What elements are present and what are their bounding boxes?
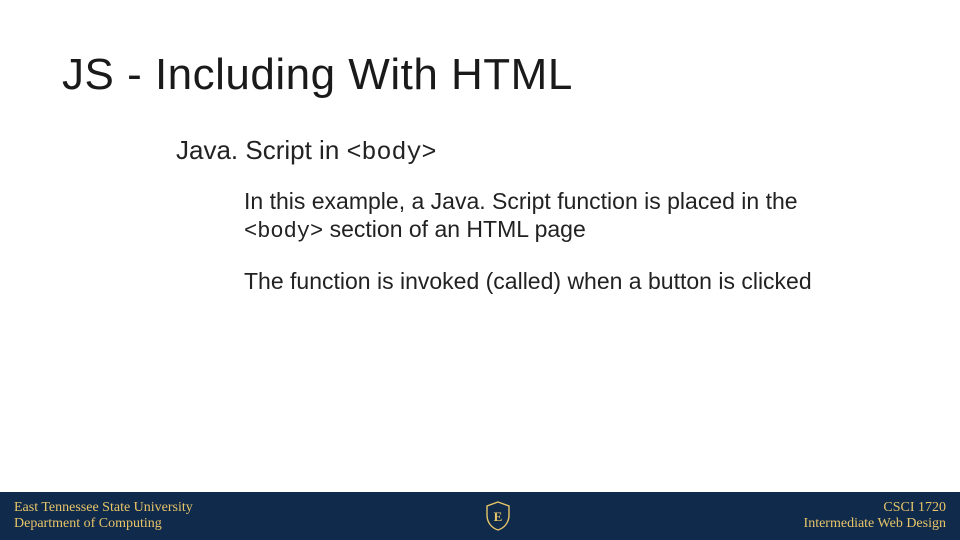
slide: JS - Including With HTML Java. Script in…: [0, 0, 960, 540]
shield-logo-icon: E: [485, 501, 511, 531]
footer-center: E: [193, 501, 804, 531]
footer-department: Department of Computing: [14, 516, 193, 532]
slide-subtitle: Java. Script in <body>: [176, 135, 437, 167]
footer-left: East Tennessee State University Departme…: [0, 500, 193, 532]
shield-letter: E: [494, 509, 503, 524]
slide-title: JS - Including With HTML: [62, 50, 573, 100]
footer-right: CSCI 1720 Intermediate Web Design: [804, 500, 960, 532]
para1-text-b: section of an HTML page: [323, 216, 586, 242]
paragraph-2: The function is invoked (called) when a …: [244, 268, 854, 296]
footer-course-code: CSCI 1720: [883, 500, 946, 516]
subtitle-text: Java. Script in: [176, 135, 347, 165]
paragraph-1: In this example, a Java. Script function…: [244, 188, 854, 245]
para1-code: <body>: [244, 219, 323, 244]
footer-university: East Tennessee State University: [14, 500, 193, 516]
footer-course-name: Intermediate Web Design: [804, 516, 946, 532]
footer-bar: East Tennessee State University Departme…: [0, 492, 960, 540]
para1-text-a: In this example, a Java. Script function…: [244, 188, 798, 214]
subtitle-code: <body>: [347, 138, 437, 167]
